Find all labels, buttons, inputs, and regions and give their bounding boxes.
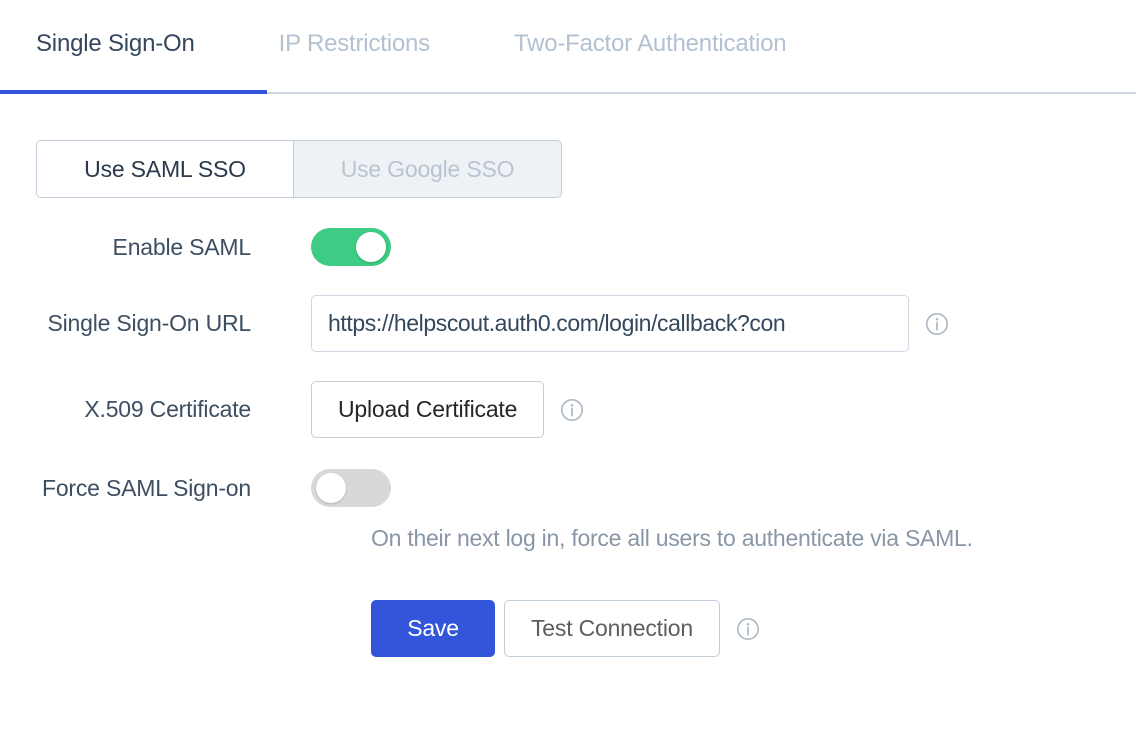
row-force-saml-sign-on: Force SAML Sign-on [0, 469, 1136, 507]
toggle-knob [316, 473, 346, 503]
upload-certificate-button[interactable]: Upload Certificate [311, 381, 545, 438]
enable-saml-toggle[interactable] [311, 228, 391, 266]
save-button[interactable]: Save [371, 600, 495, 657]
force-saml-sign-on-label: Force SAML Sign-on [41, 474, 251, 501]
enable-saml-label: Enable SAML [112, 233, 252, 260]
info-icon[interactable] [736, 617, 760, 641]
force-saml-sign-on-toggle[interactable] [311, 469, 391, 507]
single-sign-on-url-input[interactable] [311, 295, 909, 352]
toggle-knob [356, 232, 386, 262]
segment-label: Use Google SSO [340, 155, 515, 182]
segment-label: Use SAML SSO [84, 155, 246, 182]
sso-provider-segmented-control: Use SAML SSO Use Google SSO [36, 140, 562, 198]
row-enable-saml: Enable SAML [0, 228, 1136, 266]
x509-certificate-field: Upload Certificate [311, 381, 584, 438]
tab-ip-restrictions[interactable]: IP Restrictions [279, 0, 430, 56]
test-connection-button[interactable]: Test Connection [504, 600, 720, 657]
force-saml-sign-on-field [311, 469, 391, 507]
tab-label: Single Sign-On [36, 30, 195, 57]
row-x509-certificate: X.509 Certificate Upload Certificate [0, 381, 1136, 438]
single-sign-on-url-label: Single Sign-On URL [47, 310, 251, 336]
enable-saml-field [311, 228, 391, 266]
segment-use-saml-sso[interactable]: Use SAML SSO [37, 141, 293, 197]
tab-two-factor-authentication[interactable]: Two-Factor Authentication [513, 0, 787, 57]
x509-certificate-label: X.509 Certificate [84, 396, 251, 422]
info-icon[interactable] [560, 398, 584, 422]
saml-settings-form: Enable SAML Single Sign-On URL X.509 Ce [0, 228, 1136, 657]
tab-label: IP Restrictions [278, 30, 430, 57]
force-saml-help-text: On their next log in, force all users to… [371, 525, 973, 551]
tab-bar: Single Sign-On IP Restrictions Two-Facto… [0, 0, 1136, 94]
tab-label: Two-Factor Authentication [513, 30, 787, 57]
single-sign-on-url-field [311, 295, 949, 352]
info-icon[interactable] [925, 312, 949, 336]
row-single-sign-on-url: Single Sign-On URL [0, 295, 1136, 352]
sso-settings-panel: Use SAML SSO Use Google SSO Enable SAML … [0, 94, 1136, 657]
tab-single-sign-on[interactable]: Single Sign-On [36, 0, 195, 56]
form-actions: Save Test Connection [371, 600, 1136, 657]
segment-use-google-sso[interactable]: Use Google SSO [293, 141, 561, 197]
